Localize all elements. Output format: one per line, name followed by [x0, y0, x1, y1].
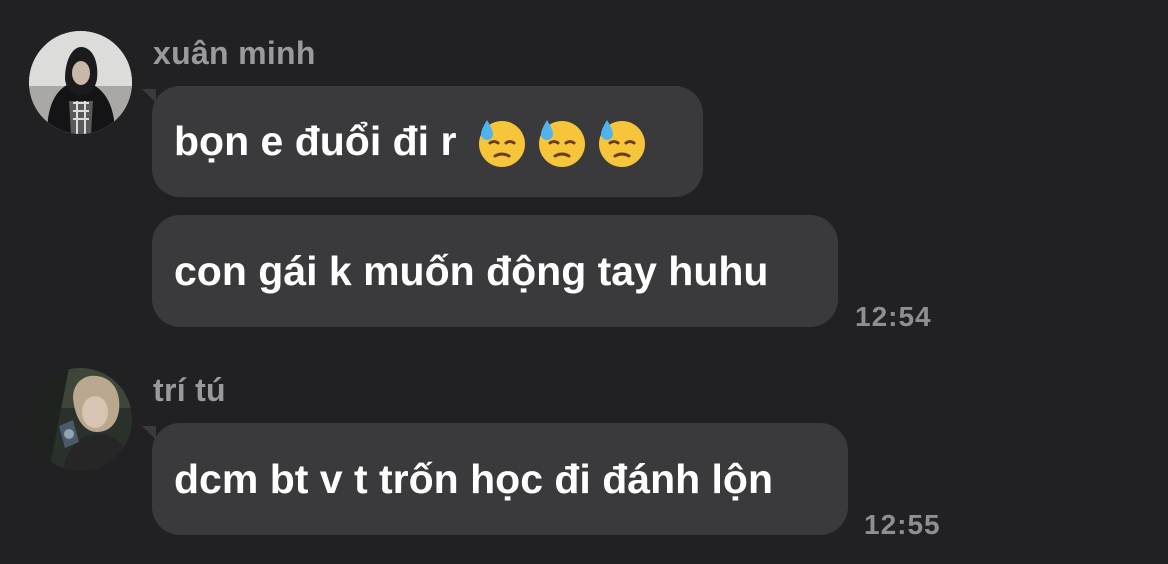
avatar-tri-tu[interactable] — [29, 368, 132, 471]
emoji-group — [476, 116, 648, 168]
message-timestamp: 12:54 — [855, 301, 932, 332]
avatar-xuan-minh[interactable] — [29, 31, 132, 134]
message-bubble[interactable]: con gái k muốn động tay huhu — [152, 215, 838, 327]
avatar-photo — [29, 368, 132, 471]
message-bubble[interactable]: bọn e đuổi đi r — [152, 86, 703, 197]
avatar-photo — [29, 31, 132, 134]
message-text: con gái k muốn động tay huhu — [174, 247, 769, 294]
sender-name: xuân minh — [153, 35, 316, 71]
message-text: dcm bt v t trốn học đi đánh lộn — [174, 455, 774, 502]
message-timestamp: 12:55 — [864, 509, 941, 540]
message-bubble[interactable]: dcm bt v t trốn học đi đánh lộn — [152, 423, 848, 535]
sender-name: trí tú — [153, 372, 226, 408]
downcast-face-with-sweat-icon — [599, 119, 646, 167]
downcast-face-with-sweat-icon — [539, 119, 586, 167]
downcast-face-with-sweat-icon — [479, 119, 526, 167]
message-text: bọn e đuổi đi r — [174, 118, 457, 164]
